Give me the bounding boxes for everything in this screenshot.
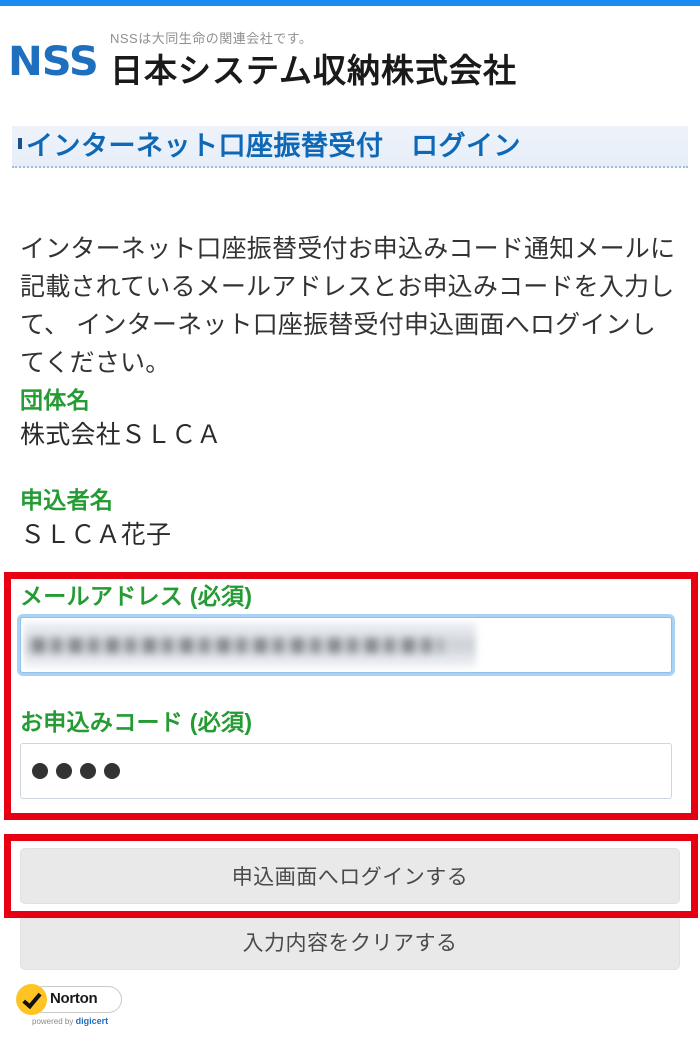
email-redacted-overlay — [24, 622, 476, 669]
code-input-wrap — [20, 743, 680, 800]
mask-dot — [32, 763, 48, 780]
email-label: メールアドレス (必須) — [20, 583, 253, 609]
digicert-text: digicert — [75, 1016, 109, 1026]
code-form-group: お申込みコード (必須) — [20, 709, 680, 800]
company-name: 日本システム収納株式会社 — [110, 52, 518, 89]
organization-value: 株式会社ＳＬＣＡ — [20, 421, 222, 450]
site-header: NSS NSSは大同生命の関連会社です。 日本システム収納株式会社 — [6, 24, 696, 90]
applicant-label: 申込者名 — [20, 487, 114, 513]
email-form-group: メールアドレス (必須) — [20, 583, 680, 674]
clear-button[interactable]: 入力内容をクリアする — [20, 914, 680, 970]
mask-dot — [104, 763, 120, 780]
mask-dot — [56, 763, 72, 780]
applicant-value: ＳＬＣＡ花子 — [20, 521, 172, 550]
top-accent-bar — [0, 0, 700, 6]
organization-label: 団体名 — [20, 387, 90, 413]
norton-secured-seal: Norton powered by digicert — [16, 984, 124, 1028]
page-title: インターネット口座振替受付 ログイン — [12, 126, 688, 168]
code-label: お申込みコード (必須) — [20, 709, 253, 735]
check-icon — [16, 984, 47, 1015]
nss-logo: NSS — [8, 39, 99, 85]
company-tagline: NSSは大同生命の関連会社です。 — [110, 31, 313, 46]
title-bullet-icon — [18, 138, 22, 149]
masked-value-dots — [32, 743, 120, 799]
login-button[interactable]: 申込画面へログインする — [20, 848, 680, 904]
norton-powered-by: powered by digicert — [32, 1017, 108, 1026]
applicant-info: 申込者名 ＳＬＣＡ花子 — [20, 487, 670, 550]
powered-by-text: powered by — [32, 1017, 76, 1026]
company-identity: NSSは大同生命の関連会社です。 日本システム収納株式会社 — [110, 24, 517, 87]
instruction-text: インターネット口座振替受付お申込みコード通知メールに記載されているメールアドレス… — [20, 235, 676, 377]
page-title-text: インターネット口座振替受付 ログイン — [26, 130, 521, 161]
mask-dot — [80, 763, 96, 780]
organization-info: 団体名 株式会社ＳＬＣＡ — [20, 387, 670, 450]
email-input-wrap — [20, 617, 680, 674]
norton-brand-text: Norton — [50, 990, 98, 1007]
